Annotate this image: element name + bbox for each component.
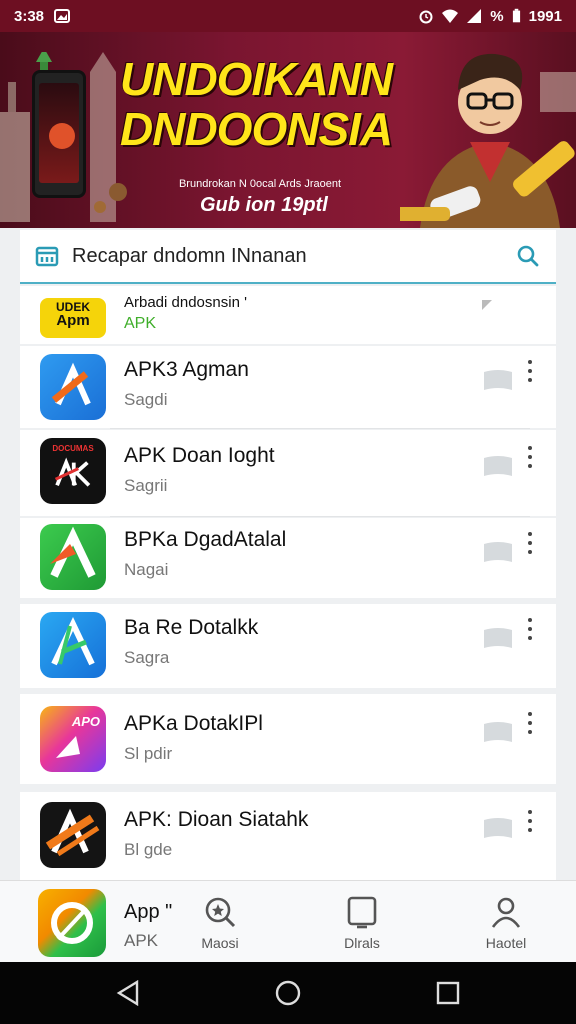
bookmark-icon[interactable] xyxy=(482,368,514,394)
banner-headline-line-2: DNDOONSIA xyxy=(120,103,393,155)
list-item[interactable]: APO APKa DotakIPl Sl pdir xyxy=(20,694,556,784)
promo-app-name[interactable]: App " xyxy=(124,901,172,924)
app-subtitle: Bl gde xyxy=(124,840,173,859)
divider xyxy=(110,516,530,517)
app-name: APKa DotakIPl xyxy=(124,712,263,735)
app-subtitle: Sl pdir xyxy=(124,744,173,763)
recents-icon[interactable] xyxy=(435,980,461,1006)
battery-icon xyxy=(512,8,520,23)
system-navigation-bar xyxy=(0,962,576,1024)
status-bar: 3:38 % 1991 xyxy=(0,0,576,32)
app-type-label: APK xyxy=(124,315,157,332)
nav-label: Maosi xyxy=(201,935,239,951)
nav-item-dlrals[interactable]: Dlrals xyxy=(322,895,402,951)
app-name: APK: Dioan Siatahk xyxy=(124,808,309,831)
blue-slash-icon xyxy=(40,354,106,420)
promo-banner[interactable]: UNDOIKANN DNDOONSIA Brundrokan N 0ocal A… xyxy=(0,32,576,228)
screen: 3:38 % 1991 UNDOIKANN DNDOONSIA Brundrok… xyxy=(0,0,576,1024)
gradient-apo-icon: APO xyxy=(40,706,106,772)
home-icon[interactable] xyxy=(275,980,301,1006)
promo-app-subtitle: APK xyxy=(124,931,159,950)
app-name: APK3 Agman xyxy=(124,358,249,381)
bookmark-icon[interactable] xyxy=(482,720,514,746)
store-icon xyxy=(35,246,59,267)
cartoon-character-illustration xyxy=(400,53,576,228)
app-subtitle: Sagdi xyxy=(124,390,168,409)
black-stripe-icon xyxy=(40,802,106,868)
bookmark-icon[interactable] xyxy=(482,454,514,480)
back-icon[interactable] xyxy=(115,980,141,1006)
nav-label: Dlrals xyxy=(344,935,380,951)
more-options-button[interactable] xyxy=(524,810,536,832)
black-ak-icon: DOCUMAS xyxy=(40,438,106,504)
search-button[interactable] xyxy=(514,242,542,270)
nav-item-maosi[interactable]: Maosi xyxy=(180,895,260,951)
more-options-button[interactable] xyxy=(524,712,536,734)
status-time: 3:38 xyxy=(14,7,45,25)
search-title: Recapar dndomn INnanan xyxy=(72,244,307,267)
app-subtitle: Sagra xyxy=(124,648,170,667)
tablet-icon xyxy=(347,896,377,929)
status-clock: 1991 xyxy=(528,7,562,25)
green-a-icon xyxy=(40,524,106,590)
blue-a-icon xyxy=(40,612,106,678)
bottom-navigation: App " APK Maosi Dlrals Haotel xyxy=(0,880,576,962)
list-item[interactable]: UDEK Apm Arbadi dndosnsin ' APK xyxy=(20,286,556,344)
app-name: BPKa DgadAtalal xyxy=(124,528,287,551)
image-notification-icon xyxy=(54,9,71,23)
more-options-button[interactable] xyxy=(524,618,536,640)
more-options-button[interactable] xyxy=(524,360,536,382)
list-item[interactable]: DOCUMAS APK Doan Ioght Sagrii xyxy=(20,430,556,516)
phone-illustration xyxy=(32,70,86,198)
banner-tagline: Brundrokan N 0ocal Ards Jraoent xyxy=(178,178,342,190)
list-item[interactable]: APK: Dioan Siatahk Bl gde xyxy=(20,792,556,880)
signal-icon xyxy=(467,9,482,23)
bookmark-icon[interactable] xyxy=(482,816,514,842)
bookmark-icon[interactable] xyxy=(482,626,514,652)
app-icon-udek: UDEK Apm xyxy=(40,298,106,338)
app-name: Arbadi dndosnsin ' xyxy=(124,294,247,311)
profile-icon xyxy=(491,897,521,928)
bookmark-icon[interactable] xyxy=(482,540,514,566)
list-item[interactable]: Ba Re Dotalkk Sagra xyxy=(20,604,556,688)
banner-subline: Gub ion 19ptl xyxy=(200,194,328,216)
alarm-icon xyxy=(419,10,433,24)
app-subtitle: Nagai xyxy=(124,560,169,579)
search-star-icon xyxy=(205,897,236,928)
wifi-icon xyxy=(442,9,459,23)
app-name: APK Doan Ioght xyxy=(124,444,275,467)
divider xyxy=(110,428,530,429)
list-item[interactable]: APK3 Agman Sagdi xyxy=(20,346,556,428)
app-promo-icon[interactable] xyxy=(38,889,106,957)
banner-headline-line-1: UNDOIKANN xyxy=(120,53,393,105)
search-icon xyxy=(517,245,539,267)
app-name: Ba Re Dotalkk xyxy=(124,616,259,639)
nav-label: Haotel xyxy=(485,935,527,951)
app-icon-text-bottom: Apm xyxy=(56,312,90,329)
list-item[interactable]: BPKa DgadAtalal Nagai xyxy=(20,518,556,598)
battery-percent: % xyxy=(490,7,504,25)
more-options-button[interactable] xyxy=(524,446,536,468)
caret-icon xyxy=(482,300,492,310)
more-options-button[interactable] xyxy=(524,532,536,554)
app-subtitle: Sagrii xyxy=(124,476,168,495)
search-bar[interactable]: Recapar dndomn INnanan xyxy=(20,230,556,284)
nav-item-haotel[interactable]: Haotel xyxy=(466,895,546,951)
